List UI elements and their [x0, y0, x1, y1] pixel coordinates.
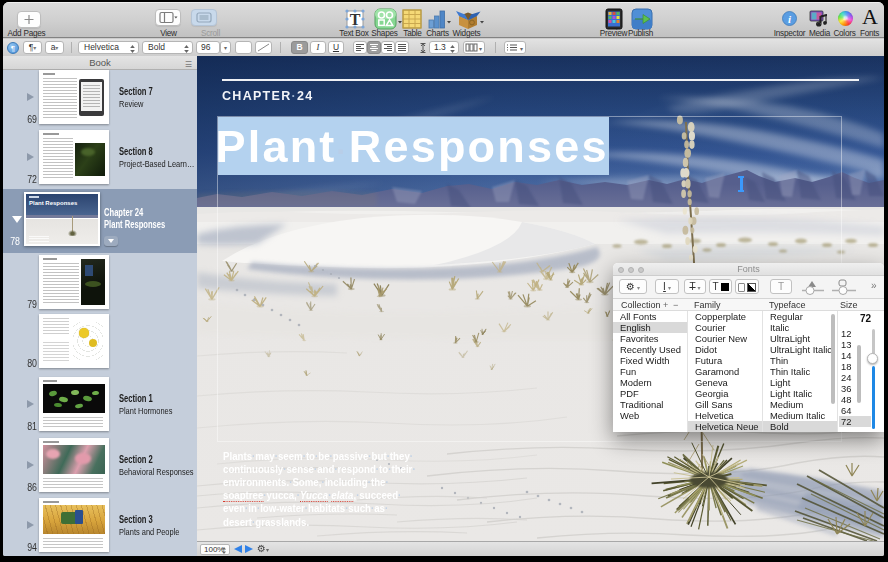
svg-text:T: T [350, 11, 361, 28]
